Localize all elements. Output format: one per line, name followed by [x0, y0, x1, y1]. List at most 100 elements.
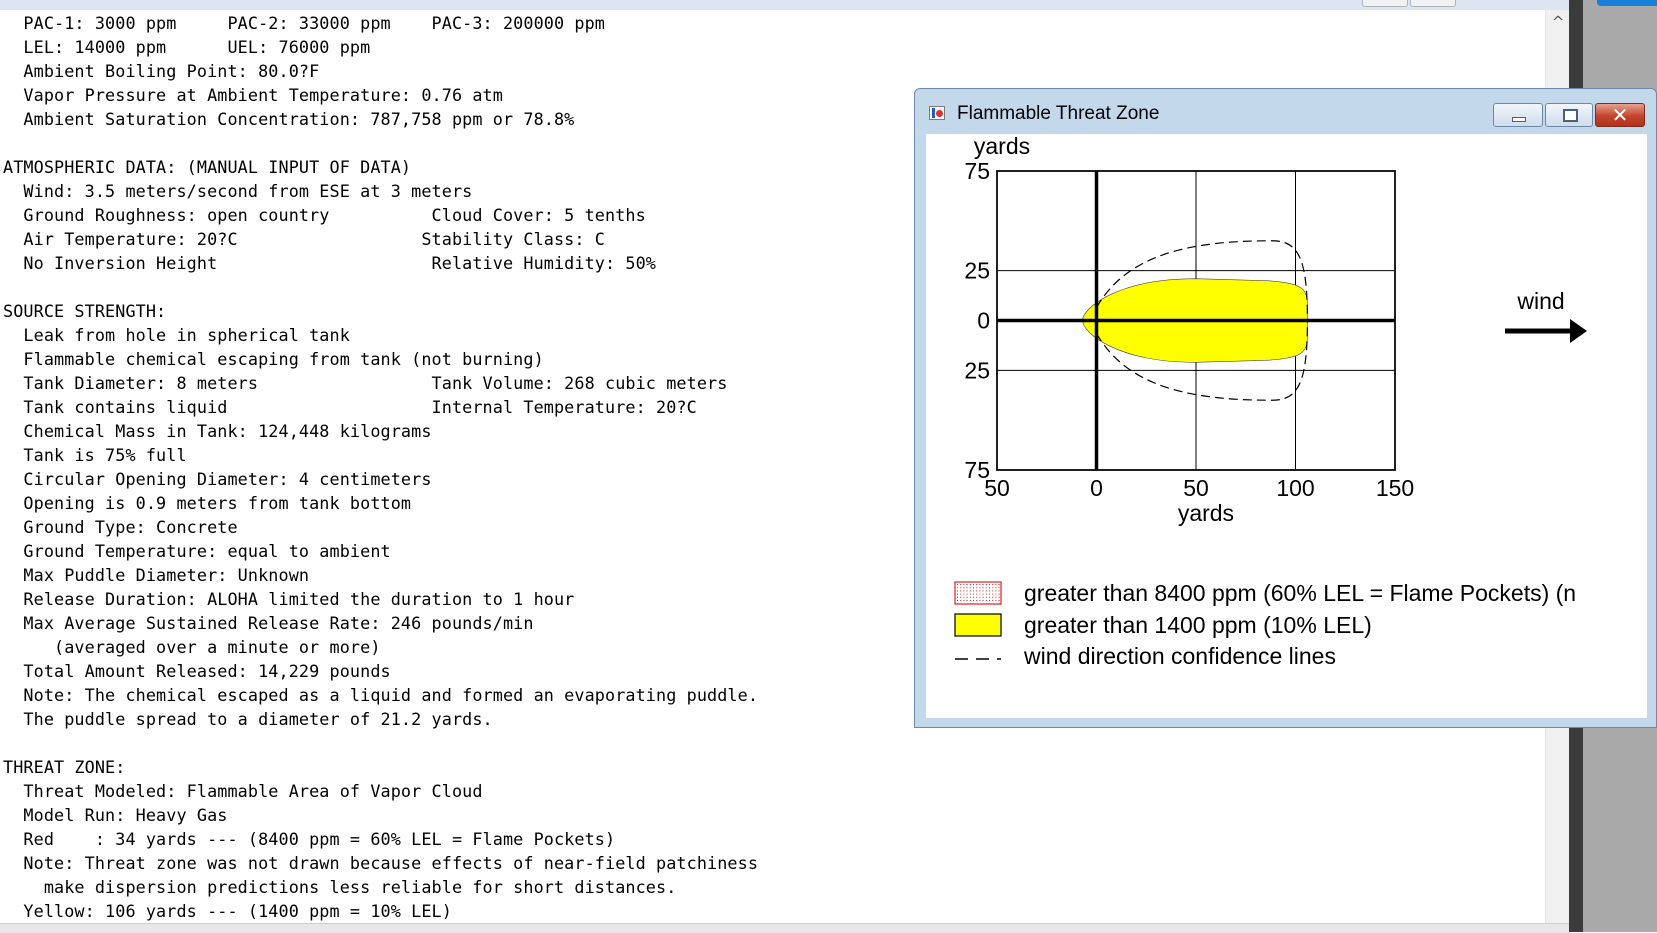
report-text: PAC-1: 3000 ppm PAC-2: 33000 ppm PAC-3: … [3, 13, 759, 921]
legend-swatch-dot [989, 590, 990, 592]
legend-swatch-yellow [954, 613, 1002, 637]
chart-area: 75 25 0 25 75 50 0 50 100 150 yards yards wind greate… [926, 134, 1647, 718]
x-tick-label: 50 [1183, 475, 1209, 501]
legend-swatch-dot [969, 596, 971, 598]
x-tick-label: 150 [1376, 475, 1414, 501]
legend-swatch-dot [960, 584, 962, 585]
legend-swatch-dot [966, 596, 968, 598]
top-button-2[interactable] [1410, 0, 1456, 7]
legend-swatch-dot [976, 596, 978, 598]
legend-swatch-dot [963, 596, 965, 598]
legend-swatch-dot [969, 587, 971, 589]
legend-swatch-dot [998, 596, 1000, 598]
legend-swatch-dot [960, 593, 962, 595]
legend-swatch-dot [969, 590, 971, 592]
legend-swatch-dot [966, 590, 968, 592]
legend-swatch-dot [966, 587, 968, 589]
window-title-bar[interactable]: Flammable Threat Zone ✕ [915, 89, 1656, 133]
background-window-edge [1597, 0, 1657, 6]
legend-swatch-dot [969, 593, 971, 595]
legend-label: greater than 1400 ppm (10% LEL) [1024, 612, 1372, 638]
threat-zone-chart: 75250257550 0 50 100 150yardsyardswindgreate… [954, 134, 1587, 669]
legend-swatch-dot [992, 587, 994, 589]
legend-swatch-dot [969, 600, 971, 601]
legend-swatch-dot [979, 584, 981, 585]
scroll-up-icon[interactable]: ^ [1546, 10, 1570, 34]
legend-swatch-dot [995, 593, 997, 595]
legend-swatch-dot [957, 593, 958, 595]
legend-swatch-dot [992, 584, 994, 585]
legend-swatch-dot [960, 600, 962, 601]
legend-swatch-dot [985, 584, 987, 585]
legend-swatch-dot [957, 587, 958, 589]
x-tick-label: 50 [984, 475, 1010, 501]
legend-swatch-dot [982, 596, 984, 598]
top-button-1[interactable] [1362, 0, 1408, 7]
y-tick-label: 75 [964, 158, 990, 184]
threat-zone-window[interactable]: Flammable Threat Zone ✕ 75 25 0 25 75 50 0 50 10… [914, 88, 1657, 728]
legend-swatch-dot [979, 590, 981, 592]
legend-swatch-dot [979, 600, 981, 601]
legend-swatch-dot [976, 590, 978, 592]
wind-label: wind [1516, 288, 1564, 314]
minimize-button[interactable] [1493, 103, 1543, 127]
legend-swatch-dot [979, 596, 981, 598]
maximize-button[interactable] [1545, 103, 1593, 127]
legend-swatch-dot [995, 587, 997, 589]
legend-swatch-dot [995, 596, 997, 598]
legend-swatch-dot [957, 596, 958, 598]
legend-swatch-dot [973, 600, 974, 601]
legend-swatch-dot [957, 590, 958, 592]
legend-swatch-dot [995, 584, 997, 585]
legend-swatch-dot [998, 593, 1000, 595]
legend-swatch-dot [989, 587, 990, 589]
x-axis-label: yards [1178, 500, 1234, 526]
legend-swatch-dot [960, 587, 962, 589]
legend-swatch-dot [985, 590, 987, 592]
legend-swatch-dot [979, 587, 981, 589]
legend-swatch-dot [960, 590, 962, 592]
x-tick-label: 0 [1090, 475, 1103, 501]
legend-swatch-dot [982, 584, 984, 585]
legend-swatch-dot [992, 596, 994, 598]
legend-swatch-dot [976, 587, 978, 589]
y-axis-label: yards [974, 134, 1030, 159]
legend-swatch-dot [966, 584, 968, 585]
legend-swatch-dot [995, 590, 997, 592]
legend-swatch-dot [982, 600, 984, 601]
legend-swatch-dot [985, 596, 987, 598]
legend-swatch-dot [989, 584, 990, 585]
legend-swatch-dot [992, 590, 994, 592]
legend-swatch-dot [957, 600, 958, 601]
legend-swatch-dot [963, 590, 965, 592]
legend-swatch-dot [966, 600, 968, 601]
legend-swatch-dot [957, 584, 958, 585]
legend-swatch-dot [976, 600, 978, 601]
legend-swatch-dot [973, 584, 974, 585]
wind-arrow-icon [1570, 319, 1587, 343]
legend-label: greater than 8400 ppm (60% LEL = Flame P… [1024, 580, 1576, 606]
y-tick-label: 25 [964, 357, 990, 383]
legend-swatch-dot [989, 600, 990, 601]
legend-swatch-dot [992, 600, 994, 601]
y-tick-label: 25 [964, 258, 990, 284]
legend-swatch-dot [998, 590, 1000, 592]
legend-swatch-dot [963, 593, 965, 595]
legend-swatch-dot [969, 584, 971, 585]
legend-swatch-dot [989, 593, 990, 595]
legend-swatch-dot [985, 600, 987, 601]
legend-swatch-dot [995, 600, 997, 601]
legend-swatch-dot [979, 593, 981, 595]
legend-swatch-dot [973, 590, 974, 592]
legend-swatch-dot [998, 600, 1000, 601]
legend-swatch-dot [982, 590, 984, 592]
y-tick-label: 0 [977, 308, 990, 334]
legend-swatch-dot [973, 596, 974, 598]
legend-swatch-dot [982, 587, 984, 589]
legend-swatch-dot [982, 593, 984, 595]
close-button[interactable]: ✕ [1595, 103, 1645, 127]
legend-swatch-dot [973, 587, 974, 589]
chart-window-icon [929, 106, 945, 120]
legend-swatch-dot [992, 593, 994, 595]
legend-swatch-dot [966, 593, 968, 595]
